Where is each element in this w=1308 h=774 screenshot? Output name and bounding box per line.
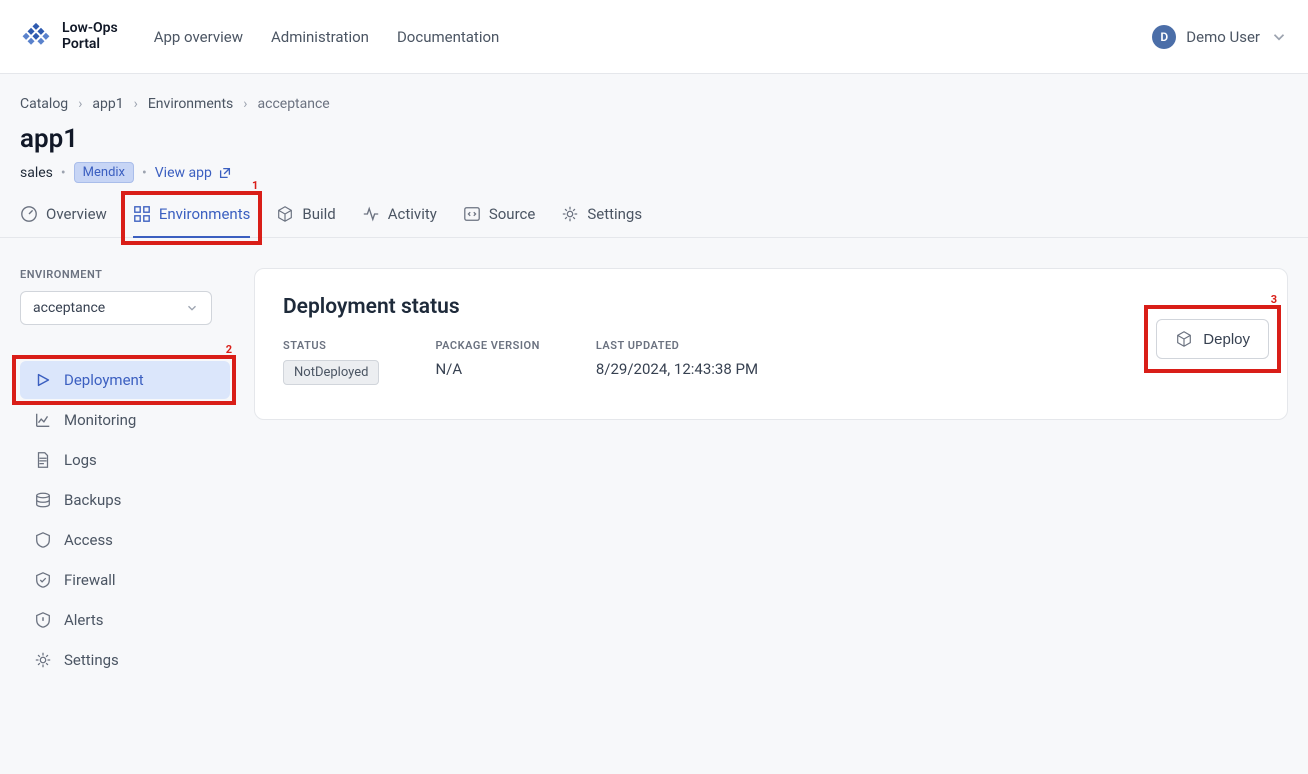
view-app-link[interactable]: View app	[155, 165, 232, 181]
updated-value: 8/29/2024, 12:43:38 PM	[596, 360, 758, 378]
sidebar: ENVIRONMENT acceptance 2 Deployment Moni…	[20, 268, 230, 679]
shield-alert-icon	[34, 611, 52, 629]
content: Deployment status STATUS NotDeployed PAC…	[254, 268, 1288, 679]
code-icon	[463, 205, 481, 223]
cube-icon	[276, 205, 294, 223]
status-badge: NotDeployed	[283, 360, 379, 385]
topbar: Low-Ops Portal App overview Administrati…	[0, 0, 1308, 74]
sidebar-item-deployment[interactable]: Deployment	[20, 361, 230, 399]
tab-overview[interactable]: Overview	[20, 205, 107, 237]
main: ENVIRONMENT acceptance 2 Deployment Moni…	[0, 238, 1308, 719]
chevron-right-icon: ›	[134, 96, 138, 112]
nav-app-overview[interactable]: App overview	[154, 28, 243, 46]
side-nav: 2 Deployment Monitoring Logs Backups	[20, 361, 230, 679]
tab-build[interactable]: Build	[276, 205, 335, 237]
sidebar-item-logs[interactable]: Logs	[20, 441, 230, 479]
chevron-right-icon: ›	[78, 96, 82, 112]
chevron-down-icon	[185, 301, 199, 315]
user-menu[interactable]: D Demo User	[1152, 25, 1288, 49]
team-name: sales	[20, 165, 53, 181]
speedometer-icon	[20, 205, 38, 223]
gear-icon	[561, 205, 579, 223]
card-title: Deployment status	[283, 295, 1259, 319]
updated-label: LAST UPDATED	[596, 339, 758, 352]
document-icon	[34, 451, 52, 469]
deployment-status-card: Deployment status STATUS NotDeployed PAC…	[254, 268, 1288, 420]
sidebar-item-firewall[interactable]: Firewall	[20, 561, 230, 599]
env-label: ENVIRONMENT	[20, 268, 230, 281]
status-label: STATUS	[283, 339, 379, 352]
tab-environments[interactable]: Environments	[133, 205, 251, 237]
chart-line-icon	[34, 411, 52, 429]
nav-documentation[interactable]: Documentation	[397, 28, 499, 46]
gear-icon	[34, 651, 52, 669]
page-head: Catalog › app1 › Environments › acceptan…	[0, 74, 1308, 183]
breadcrumb-item[interactable]: Environments	[148, 96, 233, 112]
tab-settings[interactable]: Settings	[561, 205, 642, 237]
sidebar-item-alerts[interactable]: Alerts	[20, 601, 230, 639]
nav-administration[interactable]: Administration	[271, 28, 369, 46]
logo-text: Low-Ops Portal	[62, 21, 118, 52]
subline: sales • Mendix • View app	[20, 162, 1288, 183]
tab-source[interactable]: Source	[463, 205, 535, 237]
env-select[interactable]: acceptance	[20, 291, 212, 325]
play-icon	[34, 371, 52, 389]
tab-activity[interactable]: Activity	[362, 205, 437, 237]
page-title: app1	[20, 124, 1288, 154]
external-link-icon	[218, 166, 232, 180]
breadcrumb: Catalog › app1 › Environments › acceptan…	[20, 96, 1288, 112]
tab-row: Overview 1 Environments Build Activity S…	[0, 183, 1308, 238]
tech-badge: Mendix	[74, 162, 134, 183]
cube-icon	[1175, 330, 1193, 348]
avatar: D	[1152, 25, 1176, 49]
sidebar-item-backups[interactable]: Backups	[20, 481, 230, 519]
user-name: Demo User	[1186, 28, 1260, 46]
logo-icon	[20, 21, 52, 53]
deploy-button[interactable]: Deploy	[1156, 319, 1269, 359]
pkg-label: PACKAGE VERSION	[435, 339, 539, 352]
sidebar-item-monitoring[interactable]: Monitoring	[20, 401, 230, 439]
logo[interactable]: Low-Ops Portal	[20, 21, 118, 53]
chevron-down-icon	[1270, 28, 1288, 46]
activity-icon	[362, 205, 380, 223]
pkg-value: N/A	[435, 360, 539, 378]
grid-icon	[133, 205, 151, 223]
chevron-right-icon: ›	[243, 96, 247, 112]
sidebar-item-access[interactable]: Access	[20, 521, 230, 559]
breadcrumb-item[interactable]: app1	[92, 96, 123, 112]
breadcrumb-item[interactable]: Catalog	[20, 96, 68, 112]
breadcrumb-item: acceptance	[258, 96, 330, 112]
shield-check-icon	[34, 571, 52, 589]
database-icon	[34, 491, 52, 509]
shield-icon	[34, 531, 52, 549]
top-nav: App overview Administration Documentatio…	[154, 28, 500, 46]
sidebar-item-settings[interactable]: Settings	[20, 641, 230, 679]
